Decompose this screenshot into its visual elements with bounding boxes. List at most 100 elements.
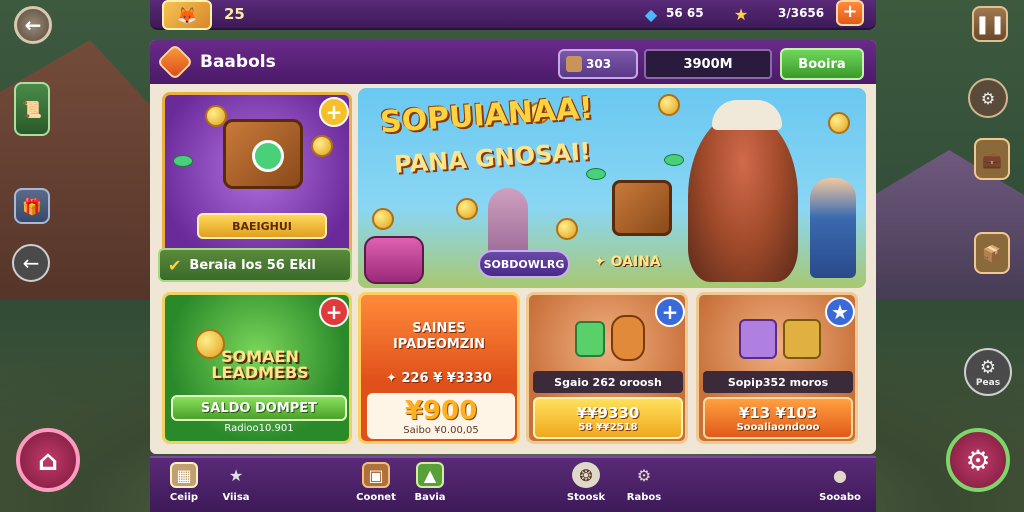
leaderboard-card[interactable]: + SOMAEN LEADMEBS SALDO DOMPET Radioo10.… xyxy=(162,292,352,444)
nav-item-coonet[interactable]: ▣ Coonet xyxy=(346,462,406,512)
deal-note: Saibo ¥0.00,05 xyxy=(403,425,479,436)
coin-icon xyxy=(311,135,333,157)
offer-image xyxy=(739,311,821,367)
bottom-navigation: ▦ Ceiip ★ Viisa ▣ Coonet ▲ Bavia ❂ Stoos… xyxy=(150,456,876,512)
nav-label: Coonet xyxy=(356,492,396,503)
offer-1-buy-button[interactable]: ¥¥9330 58 ¥¥2518 xyxy=(533,397,683,439)
offer-2-sub: Sooaliaondooo xyxy=(736,421,820,433)
nav-label: Rabos xyxy=(626,492,662,503)
shop-panel: Baabols 303 3900M Booira + BAEIGHUI ✔ Be… xyxy=(150,40,876,454)
chest-icon xyxy=(739,319,777,359)
chest-icon: 💼 xyxy=(982,149,1002,169)
gift-icon: 🎁 xyxy=(22,196,42,216)
kid-character-image xyxy=(810,178,856,278)
offer-2-buy-button[interactable]: ¥13 ¥103 Sooaliaondooo xyxy=(703,397,853,439)
offer-1-add-button[interactable]: + xyxy=(655,297,685,327)
collapse-left-button[interactable]: ← xyxy=(12,244,50,282)
home-icon: ⌂ xyxy=(37,443,59,477)
gear-icon: ⚙ xyxy=(965,443,991,477)
offer-2-star-button[interactable]: ★ xyxy=(825,297,855,327)
arrow-left-icon: ← xyxy=(22,251,40,275)
nav-item-viisa[interactable]: ★ Viisa xyxy=(206,462,266,512)
offer-1-sub: 58 ¥¥2518 xyxy=(578,421,638,433)
offer-card-2[interactable]: ★ Sopip352 moros ¥13 ¥103 Sooaliaondooo xyxy=(696,292,858,444)
chest-add-button[interactable]: + xyxy=(319,97,349,127)
leaderboard-add-button[interactable]: + xyxy=(319,297,349,327)
coin-icon xyxy=(828,112,850,134)
star-icon: ★ xyxy=(228,465,244,485)
nav-item-sooabo[interactable]: ● Sooabo xyxy=(810,462,870,512)
chest-side-button[interactable]: 💼 xyxy=(974,138,1010,180)
trophy-icon: ▲ xyxy=(416,462,444,488)
leaderboard-sub: Radioo10.901 xyxy=(224,423,294,434)
peas-side-button[interactable]: ⚙ Peas xyxy=(964,348,1012,396)
banner-pill-button[interactable]: SOBDOWLRG xyxy=(478,250,570,278)
pause-icon: ❚❚ xyxy=(974,13,1006,35)
promo-banner[interactable]: SOPUIANAA! PANA GNOSAI! SOBDOWLRG ✦ OAIN… xyxy=(358,88,866,288)
gear-icon: ⚙ xyxy=(980,88,996,108)
wallet-balance-button[interactable]: SALDO DOMPET xyxy=(171,395,347,421)
currency-chip[interactable]: 303 xyxy=(558,49,638,79)
gift-side-button[interactable]: 🎁 xyxy=(14,188,50,224)
banner-title: SOPUIANAA! xyxy=(379,90,595,141)
nav-item-rabos[interactable]: ⚙ Rabos xyxy=(614,462,674,512)
banner-subtitle: PANA GNOSAI! xyxy=(393,137,592,179)
currency-chip-value: 303 xyxy=(586,57,612,71)
gear-icon: ⚙ xyxy=(636,465,652,485)
pause-button[interactable]: ❚❚ xyxy=(972,6,1008,42)
chest-claim-button[interactable]: ✔ Beraia los 56 Ekil xyxy=(158,248,352,282)
header-action-button[interactable]: Booira xyxy=(780,48,864,80)
banner-tag: ✦ OAINA xyxy=(594,254,661,270)
offer-image xyxy=(569,311,649,367)
nav-item-stoosk[interactable]: ❂ Stoosk xyxy=(556,462,616,512)
leaderboard-title: SOMAEN LEADMEBS xyxy=(211,347,309,382)
gem-icon xyxy=(664,154,684,166)
gear-icon: ⚙ xyxy=(979,356,997,378)
deal-line: ✦ 226 ¥ ¥3330 xyxy=(386,371,492,386)
gem-icon xyxy=(173,155,193,167)
deal-price: ¥900 xyxy=(404,396,478,426)
gem-count: 56 65 xyxy=(666,6,704,20)
back-button[interactable]: ← xyxy=(14,6,52,44)
deal-buy-button[interactable]: ¥900 Saibo ¥0.00,05 xyxy=(367,393,515,439)
chest-image xyxy=(223,119,303,189)
nav-label: Ceiip xyxy=(169,492,199,503)
character-image xyxy=(611,315,645,361)
hero-character-image xyxy=(688,112,798,282)
peas-label: Peas xyxy=(975,377,1001,388)
gem-icon xyxy=(586,168,606,180)
nav-label: Viisa xyxy=(222,492,250,503)
options-side-button[interactable]: ⚙ xyxy=(968,78,1008,118)
nav-item-bavia[interactable]: ▲ Bavia xyxy=(400,462,460,512)
inventory-side-button[interactable]: 📦 xyxy=(974,232,1010,274)
coin-icon xyxy=(456,198,478,220)
settings-button[interactable]: ⚙ xyxy=(946,428,1010,492)
crate-icon: 📦 xyxy=(982,243,1002,263)
coin-icon xyxy=(658,94,680,116)
compass-icon: ❂ xyxy=(572,462,600,488)
top-status-bar: 🦊 25 ◆ 56 65 ★ 3/3656 + xyxy=(150,0,876,30)
offer-1-strip: Sgaio 262 oroosh xyxy=(533,371,683,393)
chest-ribbon: BAEIGHUI xyxy=(197,213,327,239)
quest-side-button[interactable]: 📜 xyxy=(14,82,50,136)
crate-icon xyxy=(566,56,582,72)
shop-icon xyxy=(156,43,194,81)
offer-card-1[interactable]: + Sgaio 262 oroosh ¥¥9330 58 ¥¥2518 xyxy=(526,292,688,444)
balance-display: 3900M xyxy=(644,49,772,79)
medal-icon: ★ xyxy=(733,4,749,24)
add-currency-button[interactable]: + xyxy=(836,0,864,26)
home-button[interactable]: ⌂ xyxy=(16,428,80,492)
arrow-left-icon: ← xyxy=(24,13,42,37)
offer-2-price: ¥13 ¥103 xyxy=(738,403,818,422)
chest-icon xyxy=(783,319,821,359)
nav-label: Sooabo xyxy=(819,492,861,503)
profile-icon: ● xyxy=(833,465,847,485)
scroll-icon: 📜 xyxy=(22,99,42,119)
nav-label: Bavia xyxy=(414,492,446,503)
offer-1-price: ¥¥9330 xyxy=(576,403,640,422)
avatar[interactable]: 🦊 xyxy=(162,0,212,30)
nav-item-ceiip[interactable]: ▦ Ceiip xyxy=(154,462,214,512)
deal-title: SAINES IPADEOMZIN xyxy=(392,321,486,352)
deal-card[interactable]: SAINES IPADEOMZIN ✦ 226 ¥ ¥3330 ¥900 Sai… xyxy=(358,292,520,444)
card-icon: ▦ xyxy=(170,462,198,488)
